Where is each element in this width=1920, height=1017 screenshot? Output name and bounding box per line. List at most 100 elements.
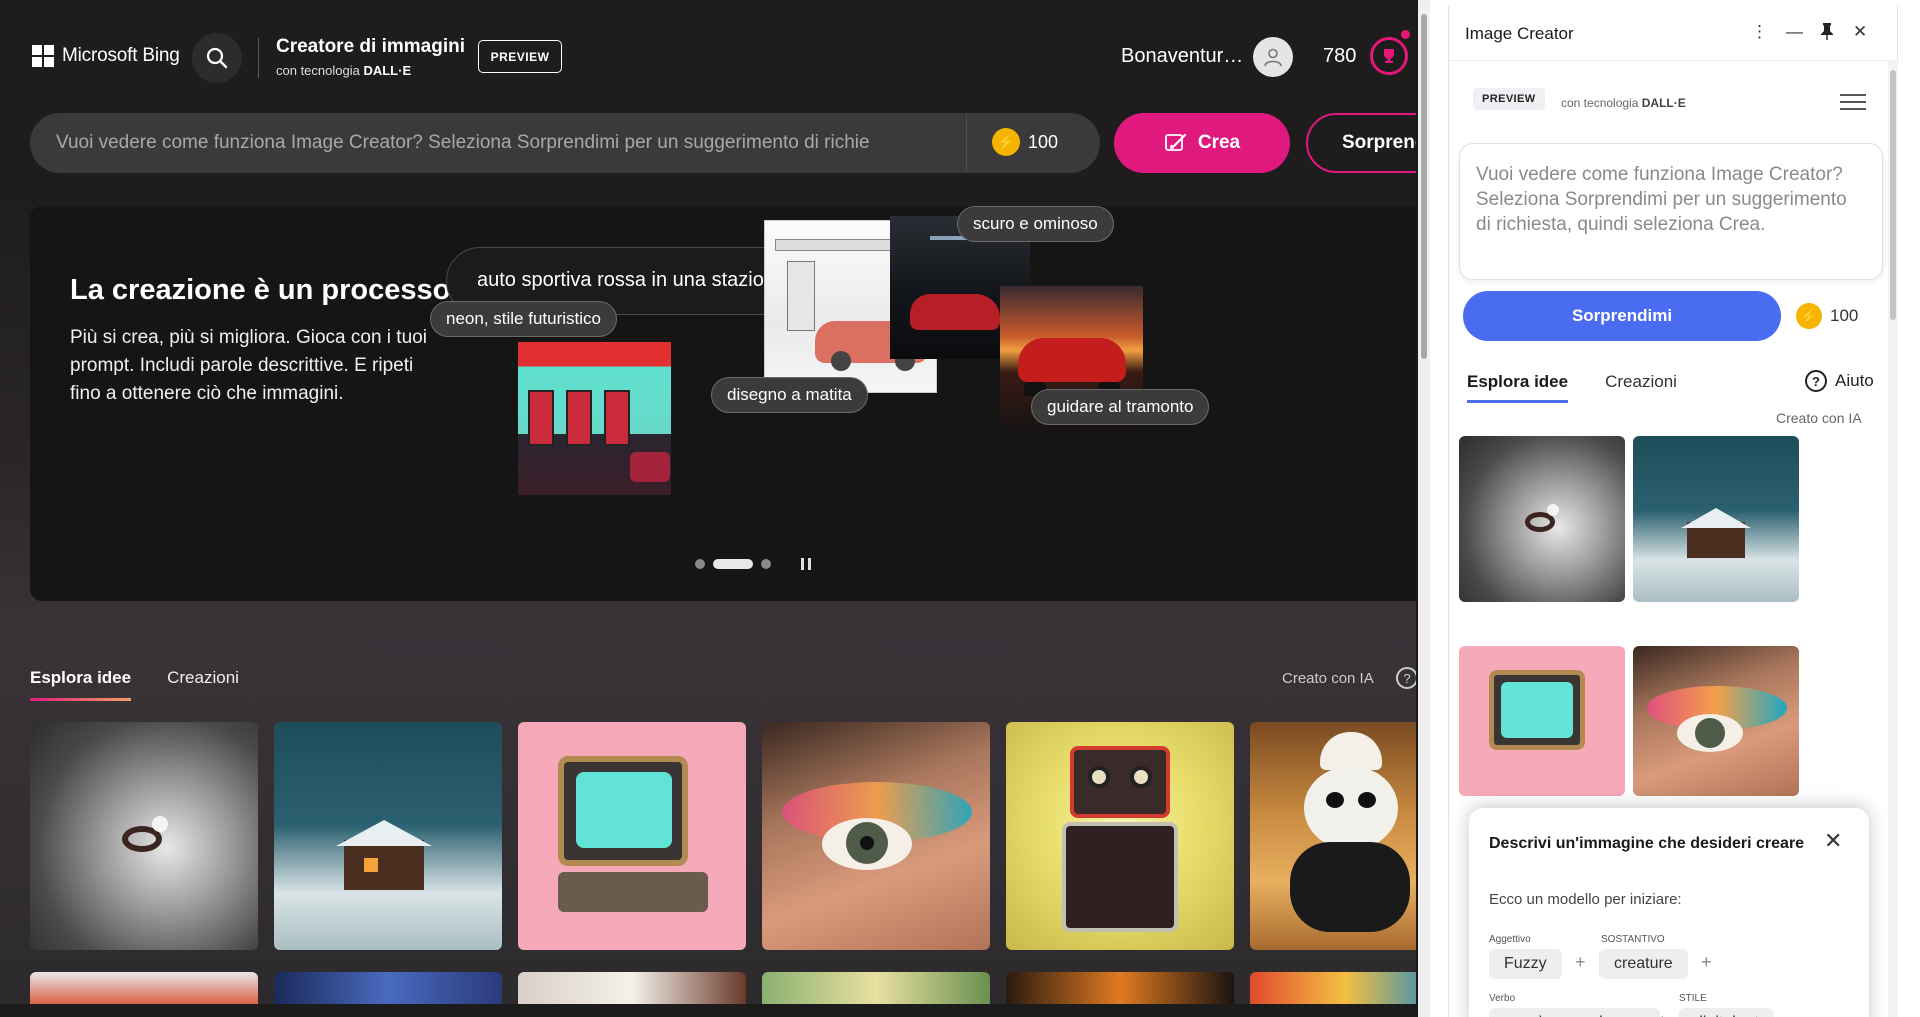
sidebar-title: Image Creator	[1465, 24, 1574, 43]
help-label: Aiuto	[1835, 371, 1874, 390]
robot-image[interactable]	[1006, 722, 1234, 950]
snowy-cabin-image[interactable]	[1633, 436, 1799, 602]
bolt-icon: ⚡	[992, 128, 1020, 156]
help-link[interactable]: ? Aiuto	[1805, 370, 1874, 392]
surprise-button[interactable]: Sorprendi	[1306, 113, 1416, 173]
ai-created-label: Creato con IA	[1776, 410, 1862, 426]
verb-label: Verbo	[1489, 993, 1516, 1004]
brand-name: Microsoft Bing	[62, 45, 180, 66]
bing-image-creator-page: Microsoft Bing Creatore di immagini con …	[0, 0, 1416, 1017]
reward-points[interactable]: 780	[1323, 45, 1356, 68]
preview-badge: PREVIEW	[1473, 88, 1545, 110]
plus-icon: +	[1575, 952, 1586, 972]
help-icon[interactable]: ?	[1396, 667, 1416, 689]
ring-image[interactable]	[30, 722, 258, 950]
boost-counter[interactable]: ⚡ 100	[1796, 303, 1858, 329]
sidebar-tabs: Esplora idee Creazioni	[1467, 372, 1677, 403]
tab-explore-ideas[interactable]: Esplora idee	[30, 668, 132, 701]
ai-created-label: Creato con IA	[1282, 670, 1374, 687]
snowy-cabin-image[interactable]	[274, 722, 502, 950]
bolt-icon: ⚡	[1796, 303, 1822, 329]
windows-logo-icon	[32, 45, 54, 67]
preview-badge[interactable]: PREVIEW	[478, 40, 562, 73]
close-icon[interactable]: ✕	[1853, 22, 1867, 42]
hamburger-menu-icon[interactable]	[1840, 94, 1866, 110]
help-icon: ?	[1805, 370, 1827, 392]
avatar[interactable]	[1253, 37, 1293, 77]
pause-icon[interactable]	[801, 558, 811, 570]
adjective-label: Aggettivo	[1489, 934, 1531, 945]
sidebar-scrollbar-thumb[interactable]	[1890, 70, 1896, 320]
bing-logo[interactable]: Microsoft Bing	[32, 45, 180, 67]
panda-chef-image[interactable]	[1250, 722, 1416, 950]
notification-dot	[1401, 30, 1410, 39]
noun-chip[interactable]: creature	[1599, 949, 1688, 979]
tab-creations[interactable]: Creazioni	[1605, 372, 1677, 403]
surprise-me-button[interactable]: Sorprendimi	[1463, 291, 1781, 341]
tip-subtitle: Ecco un modello per iniziare:	[1489, 891, 1682, 908]
close-icon[interactable]: ✕	[1824, 828, 1842, 854]
tip-title: Descrivi un'immagine che desideri creare	[1489, 835, 1805, 852]
paint-brush-icon	[1164, 133, 1186, 151]
sidebar-scrollbar[interactable]	[1888, 60, 1898, 1017]
style-chip[interactable]: digital art	[1679, 1008, 1774, 1017]
retro-computer-image[interactable]	[1459, 646, 1625, 796]
boost-count: 100	[1028, 131, 1059, 152]
search-button[interactable]	[192, 33, 242, 83]
prompt-textarea[interactable]: Vuoi vedere come funziona Image Creator?…	[1459, 143, 1883, 280]
tech-label: con tecnologia DALL·E	[1561, 96, 1686, 110]
product-title-block[interactable]: Creatore di immagini con tecnologia DALL…	[276, 36, 465, 78]
create-button[interactable]: Crea	[1114, 113, 1290, 173]
carousel-dot[interactable]	[761, 559, 771, 569]
pin-icon[interactable]	[1820, 22, 1834, 45]
boost-count: 100	[1830, 306, 1859, 325]
tab-explore-ideas[interactable]: Esplora idee	[1467, 372, 1569, 403]
minimize-icon[interactable]: —	[1786, 22, 1803, 42]
boost-counter[interactable]: ⚡ 100	[992, 128, 1058, 156]
create-label: Crea	[1197, 132, 1241, 153]
adjective-chip[interactable]: Fuzzy	[1489, 949, 1562, 979]
plus-icon: +	[1657, 1011, 1668, 1017]
tech-prefix: con tecnologia	[1561, 96, 1642, 110]
sidebar-frame: Image Creator ⋮ — ✕ PREVIEW con tecnolog…	[1448, 6, 1899, 1017]
retro-computer-image[interactable]	[518, 722, 746, 950]
product-title: Creatore di immagini	[276, 36, 465, 57]
plus-icon: +	[1701, 952, 1712, 972]
hero-tag: scuro e ominoso	[957, 206, 1114, 242]
noun-label: SOSTANTIVO	[1601, 934, 1665, 945]
rewards-button[interactable]	[1370, 37, 1408, 75]
hero-carousel: La creazione è un processo Più si crea, …	[30, 206, 1416, 601]
neon-gas-station-image	[518, 342, 671, 495]
ring-image[interactable]	[1459, 436, 1625, 602]
carousel-indicators	[695, 558, 811, 570]
prompt-divider	[966, 113, 967, 173]
style-label: STILE	[1679, 993, 1707, 1004]
user-icon	[1264, 48, 1282, 67]
carousel-dot[interactable]	[695, 559, 705, 569]
carousel-dot-active[interactable]	[713, 559, 753, 569]
verb-chip[interactable]: wearing sunglasses	[1489, 1008, 1660, 1017]
eye-makeup-image[interactable]	[762, 722, 990, 950]
more-options-icon[interactable]: ⋮	[1751, 22, 1768, 42]
hero-tag: disegno a matita	[711, 377, 868, 413]
explore-tabs: Esplora idee Creazioni	[30, 668, 239, 701]
main-scrollbar-thumb[interactable]	[1421, 14, 1427, 359]
prompt-input[interactable]: Vuoi vedere come funziona Image Creator?…	[56, 132, 941, 154]
hero-tag: neon, stile futuristico	[430, 301, 617, 337]
hero-description: Più si crea, più si migliora. Gioca con …	[70, 327, 427, 404]
bottom-strip	[0, 1004, 1416, 1017]
main-scrollbar[interactable]	[1418, 0, 1430, 1017]
user-name[interactable]: Bonaventur…	[1121, 45, 1243, 68]
image-creator-sidebar: Image Creator ⋮ — ✕ PREVIEW con tecnolog…	[1430, 0, 1920, 1017]
sidebar-header-divider	[1449, 60, 1899, 61]
tech-prefix: con tecnologia	[276, 63, 364, 78]
tab-creations[interactable]: Creazioni	[167, 668, 239, 701]
hero-title: La creazione è un processo	[70, 274, 451, 306]
header-divider	[258, 38, 259, 78]
tech-model: DALL·E	[363, 63, 412, 78]
search-icon	[206, 47, 228, 69]
eye-makeup-image[interactable]	[1633, 646, 1799, 796]
prompt-tip-card: Descrivi un'immagine che desideri creare…	[1469, 808, 1869, 1017]
tech-model: DALL·E	[1641, 96, 1686, 110]
prompt-bar[interactable]: Vuoi vedere come funziona Image Creator?…	[30, 113, 1100, 173]
